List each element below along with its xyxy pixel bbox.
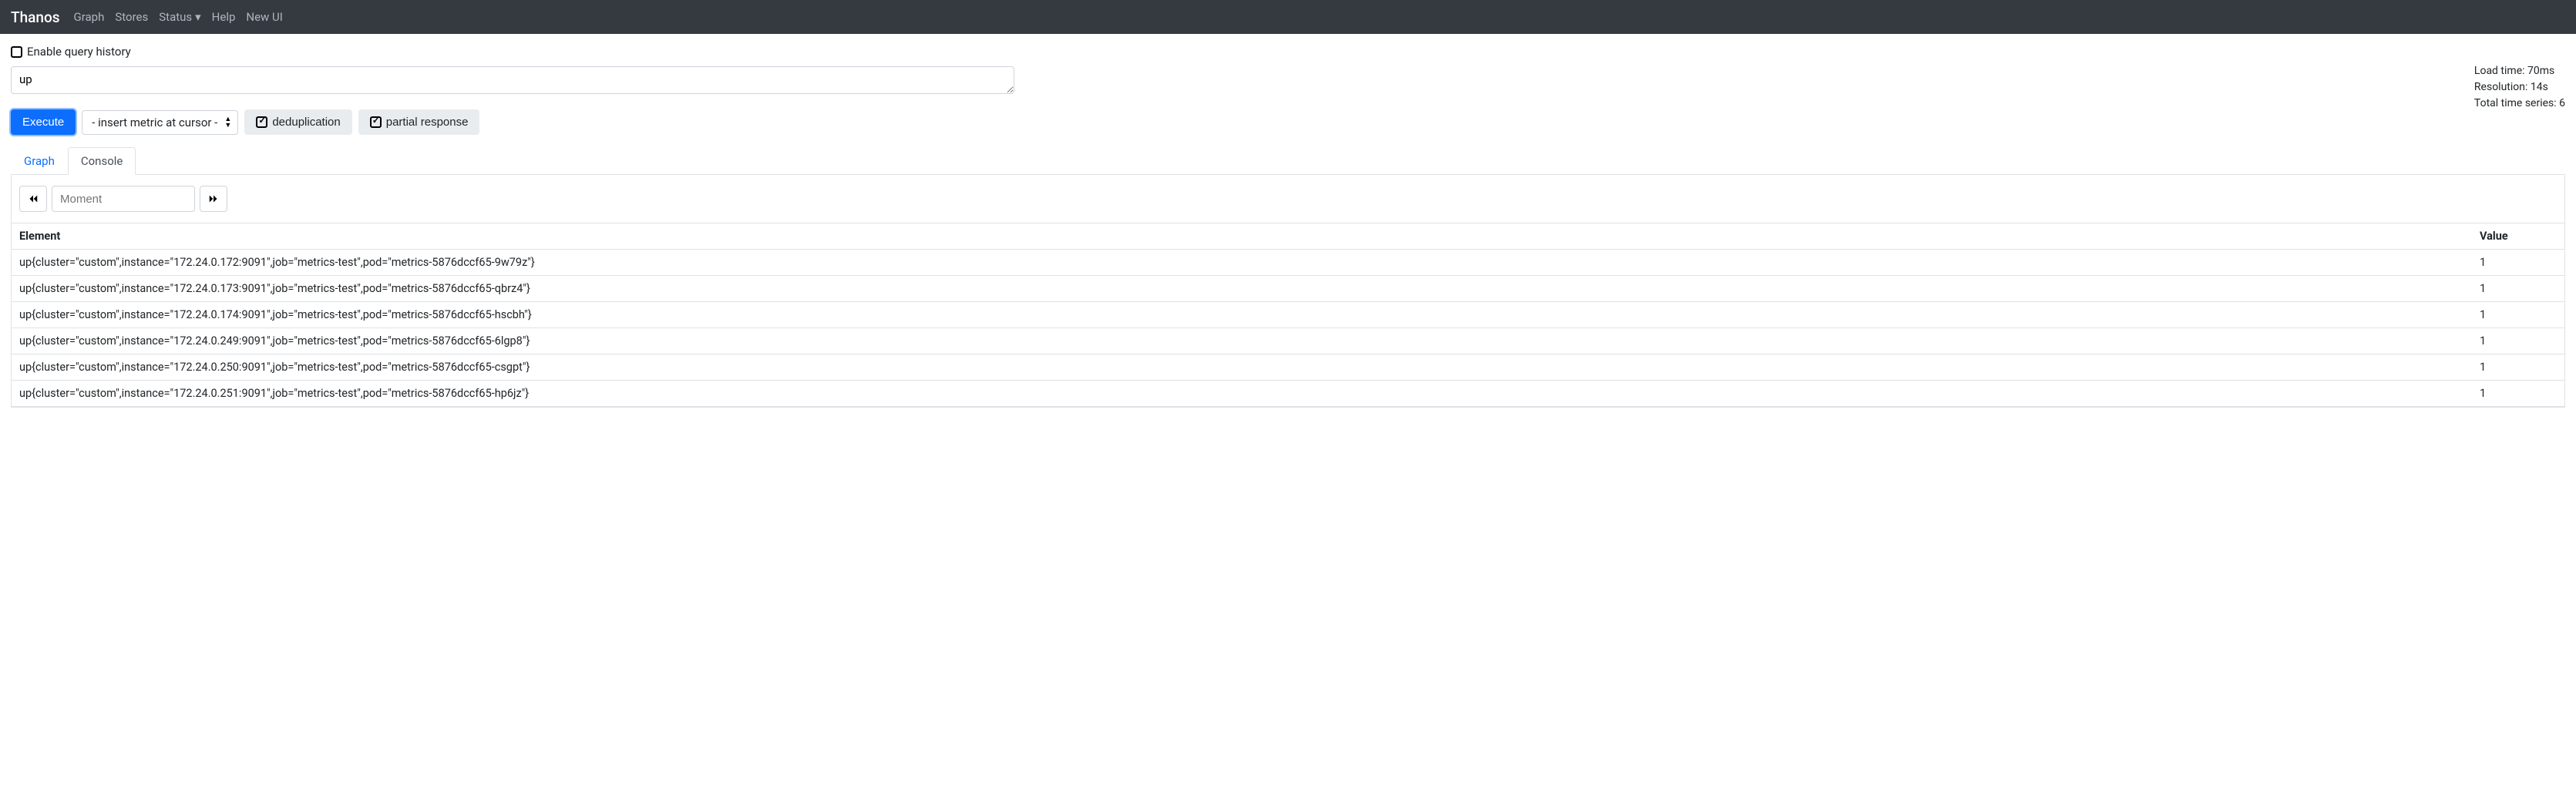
brand-title[interactable]: Thanos — [11, 8, 60, 26]
table-row: up{cluster="custom",instance="172.24.0.2… — [12, 381, 2564, 407]
console-panel: Element Value up{cluster="custom",instan… — [11, 175, 2565, 408]
moment-step-forward-button[interactable] — [200, 186, 227, 212]
double-chevron-right-icon — [209, 194, 218, 203]
result-value: 1 — [2472, 250, 2564, 276]
result-value: 1 — [2472, 276, 2564, 302]
stat-resolution: Resolution: 14s — [2474, 79, 2565, 96]
insert-metric-label: - insert metric at cursor - — [92, 116, 217, 129]
nav-item-graph[interactable]: Graph — [74, 10, 105, 24]
stat-total-series: Total time series: 6 — [2474, 96, 2565, 112]
nav-item-stores[interactable]: Stores — [115, 10, 148, 24]
result-value: 1 — [2472, 354, 2564, 381]
top-navbar: Thanos Graph Stores Status▾ Help New UI — [0, 0, 2576, 34]
table-row: up{cluster="custom",instance="172.24.0.2… — [12, 328, 2564, 354]
tab-graph[interactable]: Graph — [11, 147, 68, 175]
result-element: up{cluster="custom",instance="172.24.0.1… — [12, 302, 2472, 328]
result-value: 1 — [2472, 302, 2564, 328]
result-value: 1 — [2472, 328, 2564, 354]
table-row: up{cluster="custom",instance="172.24.0.1… — [12, 276, 2564, 302]
table-row: up{cluster="custom",instance="172.24.0.2… — [12, 354, 2564, 381]
result-element: up{cluster="custom",instance="172.24.0.2… — [12, 381, 2472, 407]
expression-input[interactable] — [11, 66, 1014, 94]
table-row: up{cluster="custom",instance="172.24.0.1… — [12, 250, 2564, 276]
checked-box-icon — [256, 116, 267, 128]
execute-button[interactable]: Execute — [11, 109, 76, 135]
chevron-down-icon: ▾ — [195, 10, 201, 24]
col-element-header: Element — [12, 223, 2472, 250]
results-table: Element Value up{cluster="custom",instan… — [12, 223, 2564, 407]
checked-box-icon — [370, 116, 382, 128]
result-tabs: Graph Console — [11, 147, 2565, 175]
nav-item-new-ui[interactable]: New UI — [246, 10, 282, 24]
double-chevron-left-icon — [29, 194, 38, 203]
sort-arrows-icon: ▲▼ — [224, 116, 231, 129]
result-element: up{cluster="custom",instance="172.24.0.1… — [12, 276, 2472, 302]
tab-console[interactable]: Console — [68, 147, 136, 175]
partial-response-toggle[interactable]: partial response — [358, 109, 480, 135]
stat-load-time: Load time: 70ms — [2474, 63, 2565, 79]
enable-history-checkbox[interactable] — [11, 46, 22, 58]
insert-metric-select[interactable]: - insert metric at cursor - ▲▼ — [82, 110, 238, 135]
nav-item-status[interactable]: Status▾ — [159, 10, 200, 24]
result-element: up{cluster="custom",instance="172.24.0.1… — [12, 250, 2472, 276]
nav-item-help[interactable]: Help — [212, 10, 236, 24]
table-row: up{cluster="custom",instance="172.24.0.1… — [12, 302, 2564, 328]
col-value-header: Value — [2472, 223, 2564, 250]
moment-step-back-button[interactable] — [19, 186, 47, 212]
enable-history-label: Enable query history — [27, 45, 131, 59]
moment-input[interactable] — [52, 186, 195, 212]
deduplication-toggle[interactable]: deduplication — [244, 109, 351, 135]
result-value: 1 — [2472, 381, 2564, 407]
query-stats: Load time: 70ms Resolution: 14s Total ti… — [2474, 45, 2565, 112]
result-element: up{cluster="custom",instance="172.24.0.2… — [12, 354, 2472, 381]
result-element: up{cluster="custom",instance="172.24.0.2… — [12, 328, 2472, 354]
